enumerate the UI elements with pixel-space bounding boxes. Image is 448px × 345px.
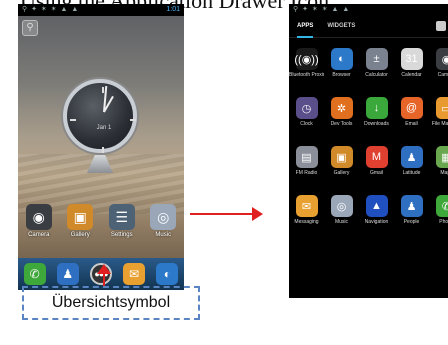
app-label: Clock [300,121,313,127]
app-label: Gallery [333,170,350,176]
home-app-settings[interactable]: ☰ Settings [104,204,140,248]
messaging-icon: ✉ [295,195,318,217]
calendar-icon: 31 [400,48,423,70]
app-label: Calendar [401,72,422,78]
callout-arrow-head [97,264,111,274]
browser-icon[interactable]: ◐ [156,263,179,285]
clock-icon: ◷ [295,97,318,119]
app-label: Bluetooth Proximity [289,72,324,78]
email-icon: @ [400,97,423,119]
messaging-icon[interactable]: ✉ [123,263,146,285]
app-item[interactable]: ✉ Messaging [289,195,324,237]
app-label: Camera [437,72,448,78]
calculator-icon: ± [365,48,388,70]
downloads-icon: ↓ [365,97,388,119]
bluetooth-icon: ((◉)) [294,48,319,70]
app-item[interactable]: ♟ Latitude [394,146,429,188]
app-label: Dev Tools [330,121,353,127]
app-label: File Manager [431,121,448,127]
search-icon[interactable]: ⚲ [22,20,38,36]
latitude-icon: ♟ [400,146,423,168]
status-bar: ⚲ ✦ ✶ ✶ ▲ ▲ 1:01 [18,4,184,16]
devtools-icon: ✲ [330,97,353,119]
app-item[interactable]: ▦ Maps [429,146,448,188]
app-label: Browser [332,72,351,78]
transition-arrow-line [190,213,254,215]
tab-apps[interactable]: APPS [297,16,314,38]
folder-icon: ▭ [435,97,448,119]
app-label: Music [334,219,349,225]
app-item[interactable]: ✆ Phone [429,195,448,237]
app-item[interactable]: ◷ Clock [289,97,324,139]
home-app-music[interactable]: ◎ Music [145,204,181,248]
home-app-row: ◉ Camera ▣ Gallery ☰ Settings ◎ Music [18,204,184,248]
home-app-camera[interactable]: ◉ Camera [21,204,57,248]
home-app-label: Settings [110,232,133,238]
app-label: Gmail [369,170,384,176]
transition-arrow-head [252,207,263,221]
app-grid: ((◉)) Bluetooth Proximity ◐ Browser ± Calcula… [289,48,448,237]
status-time: 1:01 [166,6,180,13]
play-store-icon[interactable] [436,21,446,31]
home-app-label: Gallery [70,232,90,238]
app-label: Messaging [294,219,319,225]
settings-icon: ☰ [108,204,135,230]
app-item[interactable]: ▤ FM Radio [289,146,324,188]
app-item[interactable]: @ Email [394,97,429,139]
camera-icon: ◉ [25,204,52,230]
status-bar: ⚲ ✦ ✶ ✶ ▲ ▲ [289,4,448,16]
callout-label: Übersichtsymbol [22,286,200,320]
app-label: Navigation [364,219,389,225]
app-item[interactable]: ((◉)) Bluetooth Proximity [289,48,324,90]
music-icon: ◎ [150,204,177,230]
music-icon: ◎ [330,195,353,217]
browser-icon: ◐ [330,48,353,70]
gallery-icon: ▣ [330,146,353,168]
app-label: Phone [439,219,448,225]
app-item[interactable]: ▣ Gallery [324,146,359,188]
home-app-label: Music [155,232,172,238]
app-item[interactable]: 31 Calendar [394,48,429,90]
app-item[interactable]: ↓ Downloads [359,97,394,139]
app-item[interactable]: ▲ Navigation [359,195,394,237]
notification-icons: ⚲ ✦ ✶ ✶ ▲ ▲ [293,6,351,13]
app-label: Maps [440,170,448,176]
app-item[interactable]: ◎ Music [324,195,359,237]
tab-widgets[interactable]: WIDGETS [327,16,355,38]
app-item[interactable]: ◐ Browser [324,48,359,90]
app-item[interactable]: ✲ Dev Tools [324,97,359,139]
app-label: Email [405,121,418,127]
phone-icon[interactable]: ✆ [23,263,46,285]
home-screen: ⚲ ✦ ✶ ✶ ▲ ▲ 1:01 ⚲ Jan 1 ◉ Camera ▣ Gallery… [18,4,184,290]
phone-icon: ✆ [435,195,448,217]
home-app-label: Camera [28,232,50,238]
app-item[interactable]: ± Calculator [359,48,394,90]
gallery-icon: ▣ [67,204,94,230]
notification-icons: ⚲ ✦ ✶ ✶ ▲ ▲ [22,6,80,13]
navigation-icon: ▲ [365,195,388,217]
app-label: Calculator [365,72,388,78]
clock-date: Jan 1 [96,125,112,131]
app-label: Latitude [402,170,421,176]
clock-face: Jan 1 [63,79,137,153]
app-label: Downloads [364,121,389,127]
camera-icon: ◉ [435,48,448,70]
contacts-icon[interactable]: ♟ [56,263,79,285]
people-icon: ♟ [400,195,423,217]
app-item[interactable]: ▭ File Manager [429,97,448,139]
app-drawer-screen: ⚲ ✦ ✶ ✶ ▲ ▲ APPS WIDGETS ((◉)) Bluetooth … [289,4,448,298]
app-item[interactable]: M Gmail [359,146,394,188]
app-item[interactable]: ♟ People [394,195,429,237]
home-app-gallery[interactable]: ▣ Gallery [62,204,98,248]
clock-widget[interactable]: Jan 1 [63,79,137,173]
radio-icon: ▤ [295,146,318,168]
app-label: People [403,219,420,225]
maps-icon: ▦ [435,146,448,168]
gmail-icon: M [365,146,388,168]
app-label: FM Radio [295,170,318,176]
drawer-tabs: APPS WIDGETS [289,16,448,38]
app-item[interactable]: ◉ Camera [429,48,448,90]
